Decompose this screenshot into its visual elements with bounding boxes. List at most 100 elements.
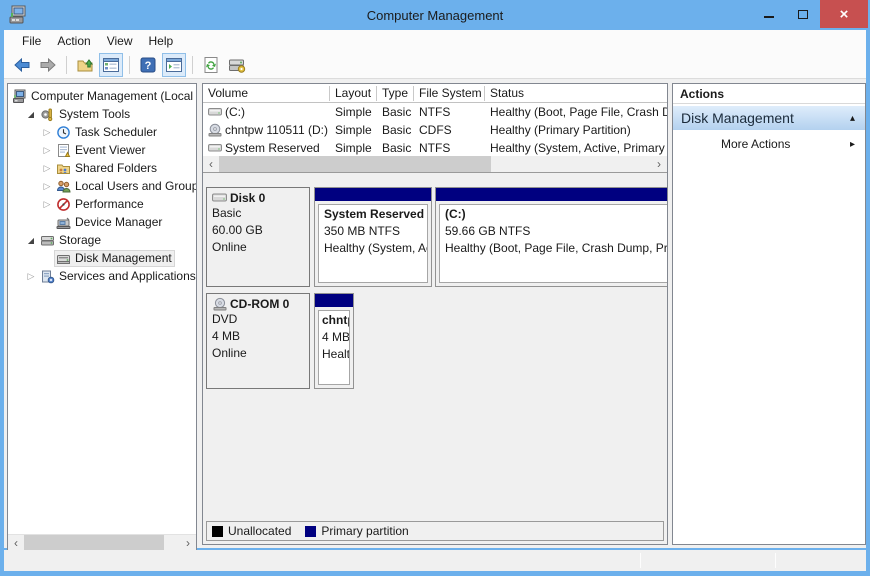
export-list-button[interactable] [73, 53, 97, 77]
scroll-right-icon[interactable]: › [180, 536, 196, 550]
tree-horizontal-scrollbar[interactable]: ‹ › [8, 534, 196, 550]
expand-arrow-icon[interactable]: ▷ [40, 163, 54, 174]
partition-status: Healt [322, 346, 346, 363]
volume-list: Volume Layout Type File System Status (C… [203, 84, 667, 173]
tree-item-label: Services and Applications [59, 269, 196, 283]
volume-status: Healthy (Boot, Page File, Crash Du [485, 105, 667, 119]
window-controls: × [752, 0, 868, 28]
tree-item-label: Local Users and Groups [75, 179, 196, 193]
actions-section-label: Disk Management [681, 110, 794, 126]
cd-volume-icon [208, 123, 222, 137]
back-button[interactable] [10, 53, 34, 77]
minimize-button[interactable] [752, 0, 786, 28]
partition-name: (C:) [445, 206, 667, 223]
volume-row-system-reserved[interactable]: System Reserved Simple Basic NTFS Health… [203, 139, 667, 157]
device-manager-icon [56, 215, 71, 230]
volume-layout: Simple [330, 141, 377, 155]
expand-arrow-icon[interactable]: ◢ [24, 236, 38, 245]
expand-arrow-icon[interactable]: ▷ [40, 127, 54, 138]
menu-action[interactable]: Action [49, 30, 98, 52]
close-button[interactable]: × [820, 0, 868, 28]
disk-settings-icon [228, 56, 246, 74]
help-button[interactable]: ? [136, 53, 160, 77]
shared-folders-icon [56, 161, 71, 176]
tree-item-device-manager[interactable]: Device Manager [8, 213, 196, 231]
actions-pane-title: Actions [673, 84, 865, 104]
disk-type: DVD [212, 311, 304, 328]
column-header-status[interactable]: Status [485, 86, 667, 101]
tree-item-label: System Tools [59, 107, 130, 121]
tree-item-task-scheduler[interactable]: ▷ Task Scheduler [8, 123, 196, 141]
actions-section-disk-management[interactable]: Disk Management ▴ [673, 106, 865, 130]
menu-view[interactable]: View [99, 30, 141, 52]
collapse-section-icon[interactable]: ▴ [850, 113, 855, 124]
expand-arrow-icon[interactable]: ▷ [40, 181, 54, 192]
tree-item-computer-management[interactable]: Computer Management (Local [8, 87, 196, 105]
scrollbar-thumb[interactable] [219, 156, 491, 172]
menu-file[interactable]: File [14, 30, 49, 52]
export-list-icon [76, 56, 94, 74]
menu-bar: File Action View Help [4, 30, 866, 52]
partition-cd[interactable]: chntp 4 MB Healt [314, 293, 354, 389]
scrollbar-thumb[interactable] [24, 535, 164, 550]
disk-0-row: Disk 0 Basic 60.00 GB Online System Rese… [206, 187, 664, 287]
column-header-layout[interactable]: Layout [330, 86, 377, 101]
refresh-button[interactable] [199, 53, 223, 77]
disk-name: CD-ROM 0 [230, 297, 289, 311]
expand-arrow-icon[interactable]: ▷ [40, 145, 54, 156]
scroll-left-icon[interactable]: ‹ [8, 536, 24, 550]
volume-list-horizontal-scrollbar[interactable]: ‹ › [203, 156, 667, 172]
more-actions-item[interactable]: More Actions ▸ [673, 130, 865, 158]
tree-item-shared-folders[interactable]: ▷ Shared Folders [8, 159, 196, 177]
forward-button[interactable] [36, 53, 60, 77]
tree-item-label: Performance [75, 197, 144, 211]
toolbar-separator [66, 56, 67, 74]
tree-item-storage[interactable]: ◢ Storage [8, 231, 196, 249]
disk-0-header[interactable]: Disk 0 Basic 60.00 GB Online [206, 187, 310, 287]
window-title: Computer Management [0, 8, 870, 23]
actions-pane: Actions Disk Management ▴ More Actions ▸ [672, 83, 866, 545]
column-header-type[interactable]: Type [377, 86, 414, 101]
local-users-icon [56, 179, 71, 194]
scroll-right-icon[interactable]: › [651, 157, 667, 171]
selected-tree-node[interactable]: Disk Management [54, 250, 175, 267]
volume-row-d[interactable]: chntpw 110511 (D:) Simple Basic CDFS Hea… [203, 121, 667, 139]
column-header-volume[interactable]: Volume [203, 86, 330, 101]
refresh-icon [202, 56, 220, 74]
expand-arrow-icon[interactable]: ◢ [24, 110, 38, 119]
tree-item-services-and-applications[interactable]: ▷ Services and Applications [8, 267, 196, 285]
expand-arrow-icon[interactable]: ▷ [24, 271, 38, 282]
tree-item-system-tools[interactable]: ◢ System Tools [8, 105, 196, 123]
column-header-file-system[interactable]: File System [414, 86, 485, 101]
partition-c[interactable]: (C:) 59.66 GB NTFS Healthy (Boot, Page F… [435, 187, 667, 287]
scroll-left-icon[interactable]: ‹ [203, 157, 219, 171]
disk-size: 4 MB [212, 328, 304, 345]
show-action-pane-toggle[interactable] [162, 53, 186, 77]
legend-label: Primary partition [321, 524, 408, 538]
disk-settings-button[interactable] [225, 53, 249, 77]
back-arrow-icon [13, 56, 31, 74]
partition-legend: Unallocated Primary partition [206, 521, 664, 541]
disk-volume-icon [208, 141, 222, 155]
tree-item-local-users-and-groups[interactable]: ▷ Local Users and Groups [8, 177, 196, 195]
tree-item-performance[interactable]: ▷ Performance [8, 195, 196, 213]
cdrom-0-header[interactable]: CD-ROM 0 DVD 4 MB Online [206, 293, 310, 389]
graphical-view: Disk 0 Basic 60.00 GB Online System Rese… [203, 174, 667, 518]
legend-primary-partition: Primary partition [305, 524, 408, 538]
partition-system-reserved[interactable]: System Reserved 350 MB NTFS Healthy (Sys… [314, 187, 432, 287]
volume-name: System Reserved [225, 141, 320, 155]
help-icon: ? [139, 56, 157, 74]
toolbar: ? [4, 52, 866, 79]
primary-partition-swatch [305, 526, 316, 537]
status-bar-divider [640, 553, 641, 568]
tree-item-disk-management[interactable]: Disk Management [8, 249, 196, 267]
show-console-tree-toggle[interactable] [99, 53, 123, 77]
menu-help[interactable]: Help [141, 30, 182, 52]
volume-row-c[interactable]: (C:) Simple Basic NTFS Healthy (Boot, Pa… [203, 103, 667, 121]
maximize-button[interactable] [786, 0, 820, 28]
partition-size: 350 MB NTFS [324, 223, 422, 240]
expand-arrow-icon[interactable]: ▷ [40, 199, 54, 210]
action-pane-icon [165, 56, 183, 74]
partition-size: 59.66 GB NTFS [445, 223, 667, 240]
tree-item-event-viewer[interactable]: ▷ Event Viewer [8, 141, 196, 159]
